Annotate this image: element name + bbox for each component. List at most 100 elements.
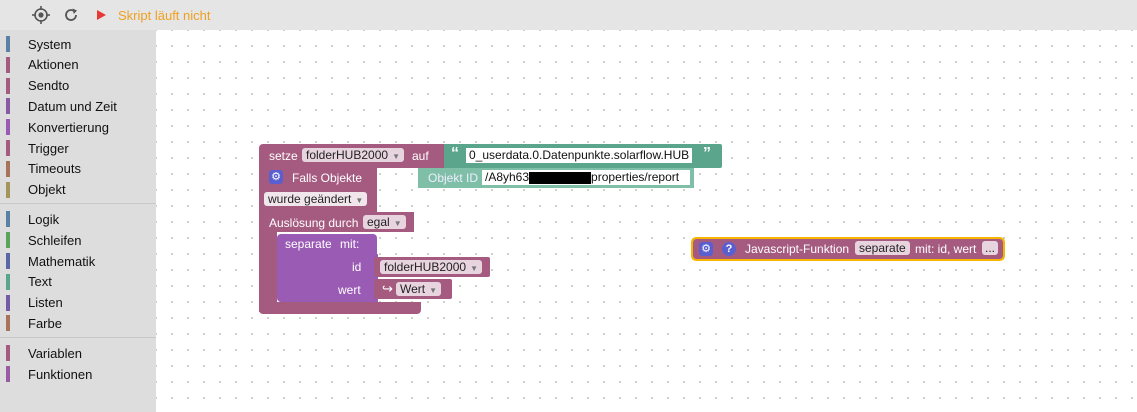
function-name-field[interactable]: separate — [855, 241, 910, 255]
sidebar-item-label: Schleifen — [28, 232, 82, 248]
object-id-prefix: /A8yh63 — [485, 170, 530, 184]
sidebar-item-label: Aktionen — [28, 57, 79, 73]
category-color-bar — [6, 211, 10, 228]
call-mit-label: mit: — [340, 237, 360, 251]
toolbar: Skript läuft nicht — [0, 0, 1137, 30]
chevron-down-icon: ▼ — [429, 286, 438, 295]
sidebar-item-label: Listen — [28, 295, 63, 311]
function-name-value: separate — [859, 241, 906, 255]
chevron-down-icon: ▼ — [355, 196, 364, 205]
falls-objekte-label: Falls Objekte — [292, 171, 363, 185]
blockly-workspace[interactable]: setze folderHUB2000 ▼ auf “ 0_userdata.0.… — [156, 30, 1137, 412]
setze-label: setze — [269, 149, 298, 163]
variable-dropdown[interactable]: folderHUB2000 ▼ — [302, 148, 404, 162]
id-variable-value: folderHUB2000 — [384, 260, 467, 274]
category-color-bar — [6, 181, 10, 198]
arg-wert-label: wert — [338, 283, 361, 297]
category-color-bar — [6, 315, 10, 332]
sidebar-item-text[interactable]: Text — [6, 273, 52, 291]
sidebar-item-variablen[interactable]: Variablen — [6, 344, 82, 362]
sidebar-item-label: Funktionen — [28, 366, 93, 382]
gear-icon[interactable]: ⚙ — [699, 242, 713, 256]
sidebar-item-sendto[interactable]: Sendto — [6, 77, 69, 95]
sidebar-item-datum-und-zeit[interactable]: Datum und Zeit — [6, 97, 117, 115]
objekt-id-label: Objekt ID — [428, 171, 479, 185]
redacted-bar — [529, 171, 592, 184]
category-color-bar — [6, 232, 10, 249]
sidebar-item-label: Farbe — [28, 315, 62, 331]
category-color-bar — [6, 98, 10, 115]
sidebar-separator — [0, 203, 156, 205]
ausloesung-dropdown[interactable]: egal ▼ — [363, 215, 406, 229]
gear-icon[interactable]: ⚙ — [269, 170, 283, 184]
id-variable-dropdown[interactable]: folderHUB2000 ▼ — [380, 260, 482, 274]
trigger-block-footer — [259, 302, 421, 314]
condition-value: wurde geändert — [268, 192, 352, 206]
sidebar-separator — [0, 337, 156, 339]
sidebar-item-label: System — [28, 36, 72, 52]
object-id-field[interactable]: /A8yh63 properties/report — [482, 170, 690, 185]
sidebar-item-logik[interactable]: Logik — [6, 210, 59, 228]
category-color-bar — [6, 36, 10, 52]
category-color-bar — [6, 56, 10, 73]
string-value: 0_userdata.0.Datenpunkte.solarflow.HUB — [469, 148, 690, 162]
open-quote-icon: “ — [451, 145, 459, 162]
sidebar-item-label: Mathematik — [28, 253, 96, 269]
category-color-bar — [6, 140, 10, 156]
sidebar-item-label: Logik — [28, 211, 60, 227]
function-more-value: ... — [985, 241, 996, 255]
sidebar-item-label: Timeouts — [28, 161, 81, 177]
sidebar-item-label: Konvertierung — [28, 119, 109, 135]
sidebar-item-farbe[interactable]: Farbe — [6, 314, 62, 332]
script-status: Skript läuft nicht — [118, 7, 211, 23]
chevron-down-icon: ▼ — [392, 152, 400, 161]
sidebar-item-funktionen[interactable]: Funktionen — [6, 365, 92, 383]
sidebar-item-trigger[interactable]: Trigger — [6, 139, 69, 157]
sidebar-item-schleifen[interactable]: Schleifen — [6, 231, 81, 249]
sidebar-item-mathematik[interactable]: Mathematik — [6, 252, 95, 270]
condition-dropdown[interactable]: wurde geändert ▼ — [264, 192, 368, 206]
sidebar-item-label: Sendto — [28, 78, 70, 94]
category-color-bar — [6, 160, 10, 177]
help-icon[interactable]: ? — [722, 242, 736, 256]
wert-variable-value: Wert — [400, 282, 426, 296]
category-color-bar — [6, 273, 10, 290]
block-category-sidebar: System Aktionen Sendto Datum und Zeit Konver… — [0, 30, 156, 412]
call-name-label: separate — [285, 237, 332, 251]
sidebar-item-timeouts[interactable]: Timeouts — [6, 160, 81, 178]
sidebar-item-label: Trigger — [28, 140, 69, 156]
crosshair-icon[interactable] — [26, 0, 56, 30]
js-function-label: Javascript-Funktion — [745, 242, 850, 256]
auf-label: auf — [412, 149, 429, 163]
trigger-block-body — [259, 232, 277, 312]
chevron-down-icon: ▼ — [393, 219, 402, 228]
string-value-field[interactable]: 0_userdata.0.Datenpunkte.solarflow.HUB — [466, 148, 693, 163]
category-color-bar — [6, 366, 10, 382]
chevron-down-icon: ▼ — [470, 264, 478, 273]
refresh-icon[interactable] — [56, 0, 86, 30]
object-id-suffix: properties/report — [591, 170, 680, 184]
sidebar-item-label: Datum und Zeit — [28, 98, 117, 114]
close-quote-icon: ” — [703, 145, 711, 162]
sidebar-item-label: Objekt — [28, 182, 66, 198]
ausloesung-label: Auslösung durch — [269, 216, 359, 230]
function-more-button[interactable]: ... — [982, 241, 999, 255]
category-color-bar — [6, 345, 10, 362]
category-color-bar — [6, 77, 10, 94]
ausloesung-value: egal — [367, 215, 390, 229]
sidebar-item-konvertierung[interactable]: Konvertierung — [6, 118, 109, 136]
category-color-bar — [6, 253, 10, 269]
sidebar-item-listen[interactable]: Listen — [6, 294, 63, 312]
sidebar-item-label: Text — [28, 274, 52, 290]
wert-variable-dropdown[interactable]: Wert ▼ — [396, 282, 442, 296]
sidebar-item-system[interactable]: System — [6, 35, 71, 53]
return-arrow-icon: ↪ — [382, 281, 393, 296]
play-icon[interactable] — [86, 0, 116, 30]
sidebar-item-aktionen[interactable]: Aktionen — [6, 56, 79, 74]
variable-dropdown-value: folderHUB2000 — [306, 148, 389, 162]
category-color-bar — [6, 294, 10, 311]
sidebar-item-label: Variablen — [28, 345, 82, 361]
sidebar-item-objekt[interactable]: Objekt — [6, 181, 66, 199]
arg-id-label: id — [352, 260, 362, 274]
category-color-bar — [6, 119, 10, 136]
